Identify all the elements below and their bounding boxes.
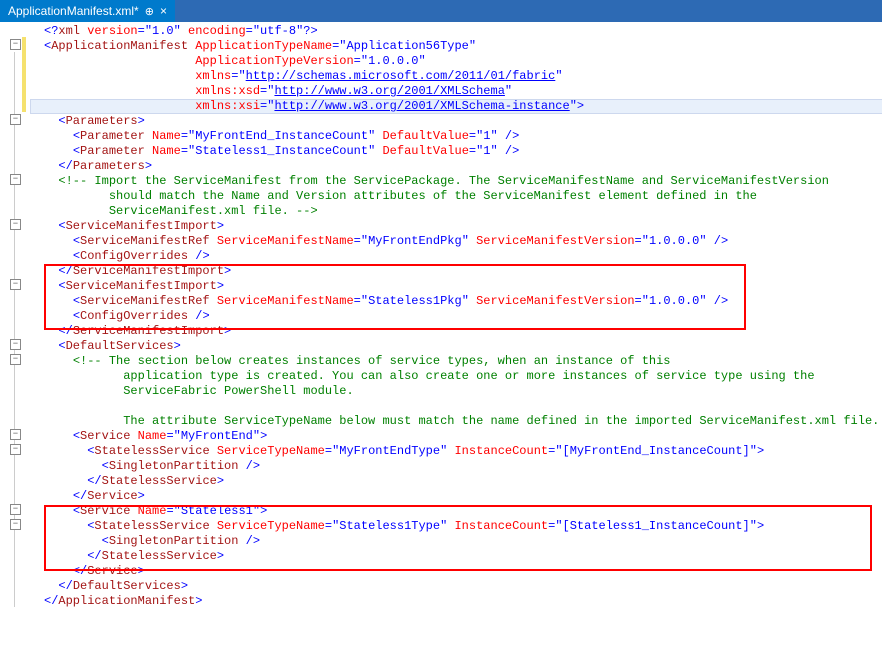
code-line[interactable]: <StatelessService ServiceTypeName="State… xyxy=(30,519,882,534)
code-line[interactable]: <Parameter Name="Stateless1_InstanceCoun… xyxy=(30,144,882,159)
tab-title: ApplicationManifest.xml* xyxy=(8,4,139,18)
code-line[interactable]: <ServiceManifestRef ServiceManifestName=… xyxy=(30,294,882,309)
file-tab[interactable]: ApplicationManifest.xml* ⊕ × xyxy=(0,0,175,22)
code-line[interactable]: ServiceFabric PowerShell module. xyxy=(30,384,882,399)
code-line[interactable]: </Parameters> xyxy=(30,159,882,174)
code-line[interactable]: xmlns="http://schemas.microsoft.com/2011… xyxy=(30,69,882,84)
fold-icon[interactable]: − xyxy=(10,174,21,185)
code-line[interactable]: xmlns:xsd="http://www.w3.org/2001/XMLSch… xyxy=(30,84,882,99)
code-line[interactable]: should match the Name and Version attrib… xyxy=(30,189,882,204)
fold-icon[interactable]: − xyxy=(10,279,21,290)
pin-icon[interactable]: ⊕ xyxy=(145,5,154,18)
code-editor[interactable]: − − − − − − − − − − − xyxy=(0,22,882,611)
fold-icon[interactable]: − xyxy=(10,219,21,230)
code-line[interactable]: <ApplicationManifest ApplicationTypeName… xyxy=(30,39,882,54)
code-line[interactable]: </DefaultServices> xyxy=(30,579,882,594)
fold-icon[interactable]: − xyxy=(10,354,21,365)
code-line[interactable]: <Parameters> xyxy=(30,114,882,129)
code-line[interactable]: application type is created. You can als… xyxy=(30,369,882,384)
fold-icon[interactable]: − xyxy=(10,114,21,125)
code-line[interactable]: xmlns:xsi="http://www.w3.org/2001/XMLSch… xyxy=(30,99,882,114)
code-line[interactable]: <Parameter Name="MyFrontEnd_InstanceCoun… xyxy=(30,129,882,144)
code-line[interactable] xyxy=(30,399,882,414)
code-line[interactable]: </Service> xyxy=(30,564,882,579)
code-line[interactable]: <ServiceManifestRef ServiceManifestName=… xyxy=(30,234,882,249)
code-line[interactable]: <Service Name="Stateless1"> xyxy=(30,504,882,519)
code-line[interactable]: </StatelessService> xyxy=(30,549,882,564)
gutter: − − − − − − − − − − − xyxy=(0,22,30,611)
code-line[interactable]: <?xml version="1.0" encoding="utf-8"?> xyxy=(30,24,882,39)
code-line[interactable]: <Service Name="MyFrontEnd"> xyxy=(30,429,882,444)
code-line[interactable]: </Service> xyxy=(30,489,882,504)
code-line[interactable]: <!-- The section below creates instances… xyxy=(30,354,882,369)
code-line[interactable]: ServiceManifest.xml file. --> xyxy=(30,204,882,219)
code-line[interactable]: </StatelessService> xyxy=(30,474,882,489)
close-icon[interactable]: × xyxy=(160,4,167,18)
tab-bar: ApplicationManifest.xml* ⊕ × xyxy=(0,0,882,22)
code-line[interactable]: <SingletonPartition /> xyxy=(30,459,882,474)
code-line[interactable]: ApplicationTypeVersion="1.0.0.0" xyxy=(30,54,882,69)
code-line[interactable]: <DefaultServices> xyxy=(30,339,882,354)
code-line[interactable]: <ServiceManifestImport> xyxy=(30,219,882,234)
fold-icon[interactable]: − xyxy=(10,39,21,50)
code-line[interactable]: </ServiceManifestImport> xyxy=(30,324,882,339)
code-line[interactable]: <StatelessService ServiceTypeName="MyFro… xyxy=(30,444,882,459)
code-area[interactable]: <?xml version="1.0" encoding="utf-8"?> <… xyxy=(30,22,882,611)
code-line[interactable]: <ServiceManifestImport> xyxy=(30,279,882,294)
code-line[interactable]: </ServiceManifestImport> xyxy=(30,264,882,279)
fold-icon[interactable]: − xyxy=(10,504,21,515)
code-line[interactable]: <!-- Import the ServiceManifest from the… xyxy=(30,174,882,189)
fold-icon[interactable]: − xyxy=(10,429,21,440)
code-line[interactable]: </ApplicationManifest> xyxy=(30,594,882,609)
fold-icon[interactable]: − xyxy=(10,444,21,455)
fold-icon[interactable]: − xyxy=(10,339,21,350)
fold-icon[interactable]: − xyxy=(10,519,21,530)
code-line[interactable]: <ConfigOverrides /> xyxy=(30,249,882,264)
code-line[interactable]: <ConfigOverrides /> xyxy=(30,309,882,324)
code-line[interactable]: The attribute ServiceTypeName below must… xyxy=(30,414,882,429)
code-line[interactable]: <SingletonPartition /> xyxy=(30,534,882,549)
